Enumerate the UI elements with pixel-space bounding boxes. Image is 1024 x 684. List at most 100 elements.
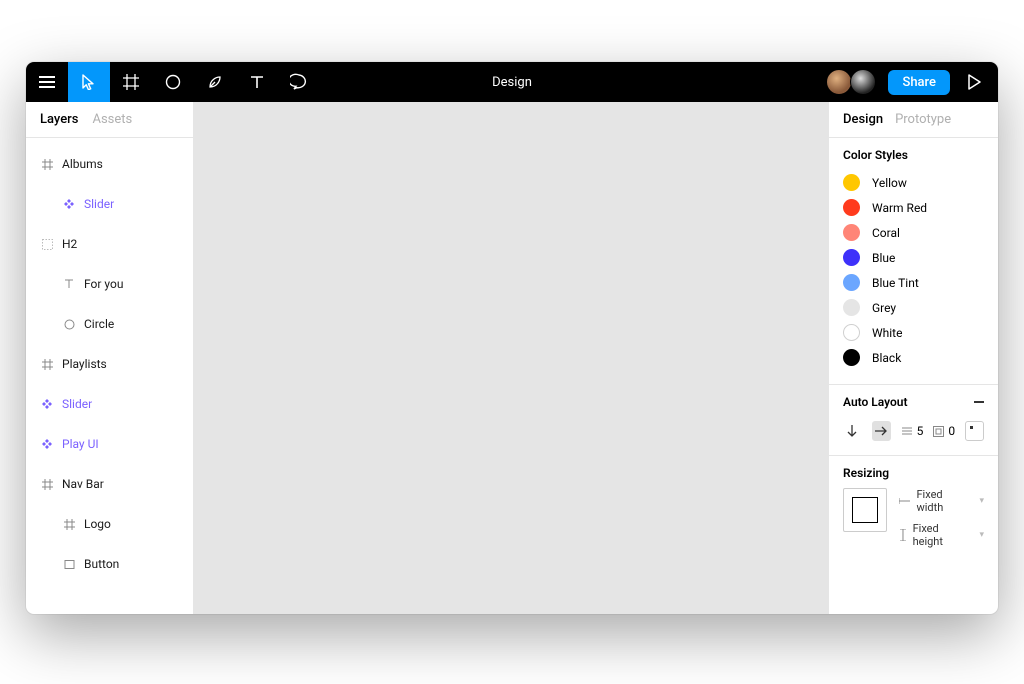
layer-label: For you (84, 277, 123, 291)
ellipse-icon (62, 317, 76, 331)
tool-group-left (26, 62, 320, 102)
color-style-warm-red[interactable]: Warm Red (843, 195, 984, 220)
hamburger-icon (39, 76, 55, 88)
layer-slider-1[interactable]: Slider (26, 184, 193, 224)
padding-value: 0 (948, 424, 955, 438)
ellipse-tool[interactable] (152, 62, 194, 102)
left-panel-tabs: Layers Assets (26, 102, 193, 138)
spacing-value: 5 (917, 424, 924, 438)
group-icon (40, 237, 54, 251)
height-mode-dropdown[interactable]: Fixed height ▾ (899, 522, 984, 548)
layer-play-ui[interactable]: Play UI (26, 424, 193, 464)
layer-label: Albums (62, 157, 103, 171)
text-icon (62, 277, 76, 291)
layer-label: Nav Bar (62, 477, 104, 491)
height-mode-label: Fixed height (913, 522, 972, 548)
layer-albums[interactable]: Albums (26, 144, 193, 184)
width-mode-dropdown[interactable]: Fixed width ▾ (899, 488, 984, 514)
layer-h2[interactable]: H2 (26, 224, 193, 264)
move-tool[interactable] (68, 62, 110, 102)
frame-icon (123, 74, 139, 90)
layer-circle[interactable]: Circle (26, 304, 193, 344)
canvas[interactable] (194, 102, 828, 614)
layer-label: Playlists (62, 357, 107, 371)
toolbar-right: Share (826, 62, 998, 102)
pen-tool[interactable] (194, 62, 236, 102)
padding-field[interactable]: 0 (933, 424, 955, 438)
align-top-left-icon (969, 425, 981, 437)
layer-label: Logo (84, 517, 111, 531)
frame-tool[interactable] (110, 62, 152, 102)
circle-icon (165, 74, 181, 90)
color-style-grey[interactable]: Grey (843, 295, 984, 320)
color-name: Yellow (872, 176, 907, 190)
color-style-black[interactable]: Black (843, 345, 984, 370)
color-name: Blue (872, 251, 895, 265)
swatch-icon (843, 274, 860, 291)
layer-slider-2[interactable]: Slider (26, 384, 193, 424)
height-icon (899, 529, 907, 541)
cursor-icon (82, 74, 96, 90)
swatch-icon (843, 249, 860, 266)
frame-icon (40, 357, 54, 371)
tab-design[interactable]: Design (843, 112, 883, 127)
app-window: Design Share Layers Assets Albums (26, 62, 998, 614)
swatch-icon (843, 224, 860, 241)
direction-horizontal-button[interactable] (872, 421, 891, 441)
layer-label: Slider (62, 397, 92, 411)
tab-assets[interactable]: Assets (92, 112, 132, 127)
width-icon (899, 497, 911, 505)
color-name: White (872, 326, 902, 340)
section-auto-layout: Auto Layout 5 (829, 385, 998, 456)
minus-icon (974, 401, 984, 403)
resize-preview-inner (852, 497, 878, 523)
chevron-down-icon: ▾ (979, 530, 984, 540)
remove-auto-layout-button[interactable] (974, 401, 984, 403)
component-icon (62, 197, 76, 211)
swatch-icon (843, 199, 860, 216)
text-tool[interactable] (236, 62, 278, 102)
spacing-field[interactable]: 5 (901, 424, 924, 438)
layer-playlists[interactable]: Playlists (26, 344, 193, 384)
color-name: Blue Tint (872, 276, 919, 290)
comment-tool[interactable] (278, 62, 320, 102)
layer-label: Play UI (62, 437, 99, 451)
top-toolbar: Design Share (26, 62, 998, 102)
menu-button[interactable] (26, 62, 68, 102)
resize-preview[interactable] (843, 488, 887, 532)
layer-logo[interactable]: Logo (26, 504, 193, 544)
color-styles-title: Color Styles (843, 148, 984, 162)
avatar-user-1[interactable] (826, 69, 852, 95)
color-style-blue[interactable]: Blue (843, 245, 984, 270)
layer-label: Circle (84, 317, 114, 331)
chevron-down-icon: ▾ (979, 496, 984, 506)
text-icon (250, 75, 264, 89)
layer-label: Button (84, 557, 119, 571)
component-icon (40, 397, 54, 411)
layer-for-you[interactable]: For you (26, 264, 193, 304)
color-name: Coral (872, 226, 900, 240)
layers-list: Albums Slider H2 For you Circle (26, 138, 193, 614)
layer-button[interactable]: Button (26, 544, 193, 584)
color-style-blue-tint[interactable]: Blue Tint (843, 270, 984, 295)
swatch-icon (843, 349, 860, 366)
alignment-button[interactable] (965, 421, 984, 441)
direction-vertical-button[interactable] (843, 421, 862, 441)
body: Layers Assets Albums Slider H2 (26, 102, 998, 614)
play-icon (967, 74, 981, 90)
frame-icon (40, 157, 54, 171)
color-style-yellow[interactable]: Yellow (843, 170, 984, 195)
swatch-icon (843, 174, 860, 191)
frame-icon (40, 477, 54, 491)
avatar-user-2[interactable] (850, 69, 876, 95)
color-style-white[interactable]: White (843, 320, 984, 345)
swatch-icon (843, 299, 860, 316)
layer-nav-bar[interactable]: Nav Bar (26, 464, 193, 504)
tab-layers[interactable]: Layers (40, 112, 78, 127)
arrow-right-icon (875, 426, 887, 436)
component-icon (40, 437, 54, 451)
share-button[interactable]: Share (888, 70, 950, 95)
color-style-coral[interactable]: Coral (843, 220, 984, 245)
tab-prototype[interactable]: Prototype (895, 112, 951, 127)
present-button[interactable] (956, 74, 992, 90)
